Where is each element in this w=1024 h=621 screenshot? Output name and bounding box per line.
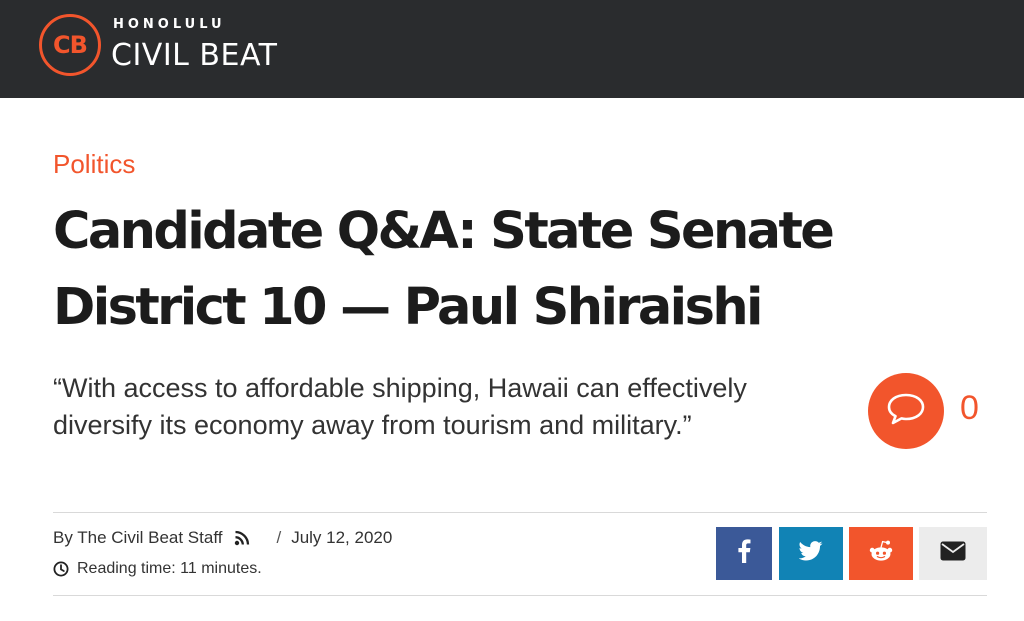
byline: By The Civil Beat Staff / July 12, 2020 [53,528,392,548]
author-link[interactable]: By The Civil Beat Staff [53,528,222,548]
logo-name: CIVIL BEAT [111,38,278,73]
reading-time: Reading time: 11 minutes. [53,560,262,578]
logo-mark: CB [39,14,101,76]
envelope-icon [940,541,966,566]
meta-divider-top [53,512,987,513]
speech-bubble-icon [886,392,926,431]
share-facebook-button[interactable] [716,527,772,580]
facebook-icon [737,539,751,568]
rss-icon[interactable] [234,530,250,546]
share-email-button[interactable] [919,527,987,580]
comment-count[interactable]: 0 [960,389,979,428]
logo-initials: CB [53,31,88,59]
comments-button[interactable] [868,373,944,449]
share-reddit-button[interactable] [849,527,913,580]
article-dek: “With access to affordable shipping, Haw… [53,373,747,440]
reading-time-label: Reading time: 11 minutes. [77,560,262,577]
byline-separator: / [276,528,282,547]
clock-icon [53,561,69,577]
share-twitter-button[interactable] [779,527,843,580]
category-link[interactable]: Politics [53,149,135,180]
publish-date: July 12, 2020 [291,528,393,547]
logo-kicker: HONOLULU [113,17,226,32]
article-headline: Candidate Q&A: State Senate District 10 … [53,202,835,337]
meta-divider-bottom [53,595,987,596]
reddit-icon [868,540,894,567]
twitter-icon [798,541,823,566]
site-header: CB HONOLULU CIVIL BEAT [0,0,1024,98]
